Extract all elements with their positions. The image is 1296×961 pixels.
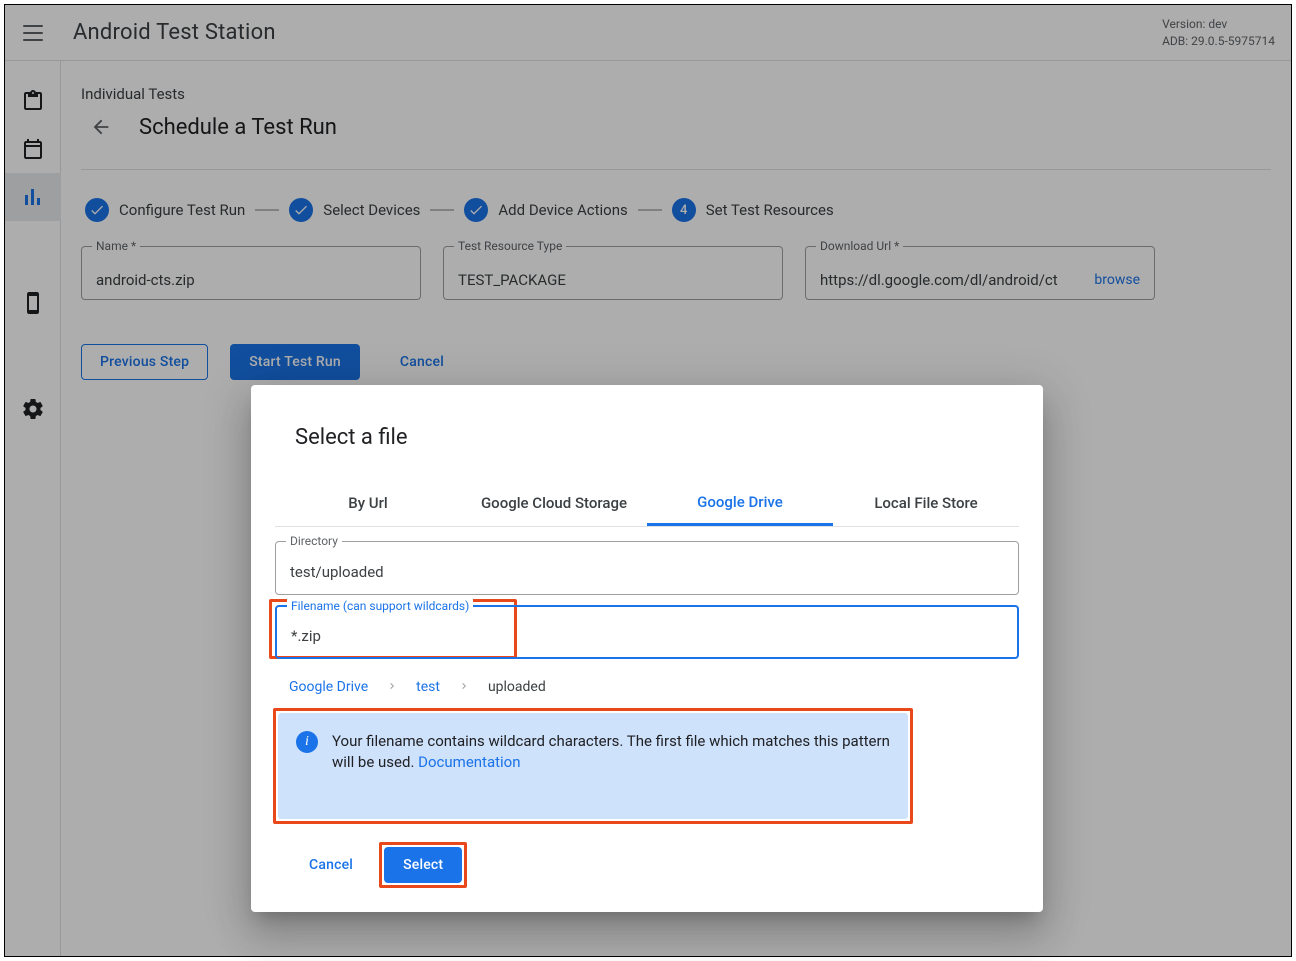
crumb-leaf: uploaded xyxy=(488,679,546,695)
tab-google-drive[interactable]: Google Drive xyxy=(647,480,833,526)
documentation-link[interactable]: Documentation xyxy=(418,753,520,771)
info-icon: i xyxy=(296,731,318,753)
highlight-box-info: i Your filename contains wildcard charac… xyxy=(273,708,913,824)
tab-local-store[interactable]: Local File Store xyxy=(833,480,1019,526)
field-value: test/uploaded xyxy=(290,563,384,581)
dialog-cancel-button[interactable]: Cancel xyxy=(291,847,371,883)
tab-by-url[interactable]: By Url xyxy=(275,480,461,526)
chevron-right-icon xyxy=(386,677,398,696)
highlight-box-select: Select xyxy=(379,842,467,888)
filename-input[interactable]: Filename (can support wildcards) *.zip xyxy=(275,605,1019,659)
dialog-tabs: By Url Google Cloud Storage Google Drive… xyxy=(275,480,1019,527)
field-value: *.zip xyxy=(291,627,321,645)
dialog-title: Select a file xyxy=(251,385,1043,480)
field-label: Filename (can support wildcards) xyxy=(287,599,473,613)
info-banner: i Your filename contains wildcard charac… xyxy=(278,713,908,819)
chevron-right-icon xyxy=(458,677,470,696)
crumb-mid[interactable]: test xyxy=(416,679,440,695)
info-text: Your filename contains wildcard characte… xyxy=(332,731,890,773)
info-message: Your filename contains wildcard characte… xyxy=(332,732,890,771)
crumb-root[interactable]: Google Drive xyxy=(289,679,368,695)
dialog-select-button[interactable]: Select xyxy=(384,847,462,883)
field-label: Directory xyxy=(286,534,342,548)
tab-gcs[interactable]: Google Cloud Storage xyxy=(461,480,647,526)
dialog-actions: Cancel Select xyxy=(251,824,1043,892)
breadcrumb: Google Drive test uploaded xyxy=(275,669,1019,708)
directory-input[interactable]: Directory test/uploaded xyxy=(275,541,1019,595)
file-select-dialog: Select a file By Url Google Cloud Storag… xyxy=(251,385,1043,912)
